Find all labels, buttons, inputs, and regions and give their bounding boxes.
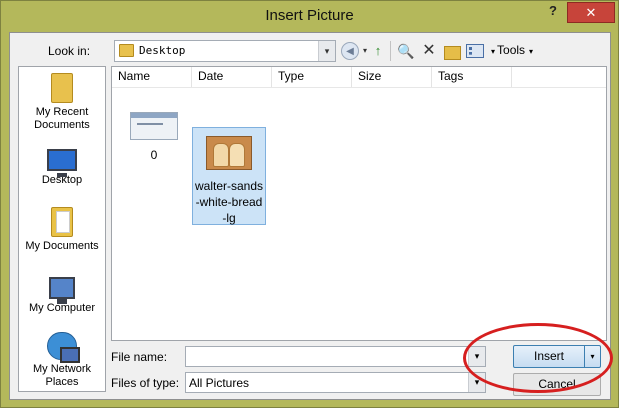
file-name-input[interactable]: ▾ — [185, 346, 486, 367]
file-item-selected[interactable]: walter-sands -white-bread -lg — [192, 127, 266, 225]
tools-chevron-icon: ▾ — [491, 47, 496, 56]
column-header-size[interactable]: Size — [352, 67, 432, 87]
column-header-tags[interactable]: Tags — [432, 67, 512, 87]
back-history-chevron-icon[interactable]: ▾ — [361, 42, 369, 60]
file-list[interactable]: Name Date Type Size Tags 0 walter-sands … — [111, 66, 607, 341]
column-header-name[interactable]: Name — [112, 67, 192, 87]
my-computer-icon — [49, 277, 75, 304]
tools-label: Tools — [497, 43, 526, 57]
place-label: My Recent Documents — [34, 106, 90, 131]
screenshot-thumbnail-icon — [130, 112, 178, 140]
places-bar: My Recent Documents Desktop My Documents… — [18, 66, 106, 392]
my-documents-icon — [51, 207, 73, 237]
new-folder-icon[interactable] — [443, 42, 461, 60]
file-name-line: walter-sands — [194, 179, 264, 193]
place-my-documents[interactable]: My Documents — [19, 207, 105, 253]
place-desktop[interactable]: Desktop — [19, 149, 105, 187]
files-of-type-value: All Pictures — [189, 376, 250, 390]
chevron-down-icon[interactable]: ▾ — [318, 41, 335, 61]
place-my-network-places[interactable]: My Network Places — [19, 332, 105, 389]
file-name: walter-sands -white-bread -lg — [193, 178, 265, 226]
title-bar[interactable]: Insert Picture ? ✕ — [1, 1, 618, 31]
tools-dropdown-icon: ▾ — [529, 47, 534, 56]
column-header-type[interactable]: Type — [272, 67, 352, 87]
file-name-label: File name: — [111, 350, 168, 364]
tools-button[interactable]: ▾ Tools ▾ — [491, 43, 533, 57]
dialog-title: Insert Picture — [265, 7, 354, 24]
place-label: My Documents — [25, 240, 99, 252]
file-name-line: -white-bread — [195, 195, 263, 209]
column-header-date[interactable]: Date — [192, 67, 272, 87]
place-label: My Network Places — [32, 363, 92, 388]
place-my-recent-documents[interactable]: My Recent Documents — [19, 73, 105, 132]
header-divider — [112, 87, 606, 88]
search-web-icon[interactable]: 🔍 — [397, 42, 415, 60]
files-of-type-label: Files of type: — [111, 376, 180, 390]
delete-icon[interactable]: ✕ — [420, 42, 438, 60]
look-in-value: Desktop — [139, 44, 186, 57]
place-my-computer[interactable]: My Computer — [19, 277, 105, 315]
insert-options-chevron-icon[interactable]: ▾ — [584, 346, 600, 367]
desktop-icon — [47, 149, 77, 177]
folder-icon — [119, 44, 134, 57]
look-in-label: Look in: — [48, 44, 91, 58]
toolbar-separator — [390, 41, 391, 61]
recent-documents-icon — [51, 73, 73, 103]
dialog-body: Look in: Desktop ▾ ◀ ▾ ↑ 🔍 ✕ ▾ Tools ▾ My … — [9, 32, 611, 400]
file-name: 0 — [150, 148, 158, 162]
chevron-down-icon[interactable]: ▾ — [468, 373, 485, 392]
back-icon[interactable]: ◀ — [341, 42, 359, 60]
up-one-level-icon[interactable]: ↑ — [369, 42, 387, 60]
file-name-line: -lg — [222, 211, 236, 225]
bread-image-thumbnail-icon — [206, 136, 252, 170]
insert-button[interactable]: Insert ▾ — [513, 345, 601, 368]
close-button[interactable]: ✕ — [567, 2, 615, 23]
network-places-icon — [47, 332, 80, 363]
views-icon[interactable] — [466, 44, 484, 58]
insert-picture-dialog: Insert Picture ? ✕ Look in: Desktop ▾ ◀ … — [0, 0, 619, 408]
look-in-dropdown[interactable]: Desktop ▾ — [114, 40, 336, 62]
chevron-down-icon[interactable]: ▾ — [468, 347, 485, 366]
insert-label[interactable]: Insert — [514, 346, 584, 367]
files-of-type-select[interactable]: All Pictures ▾ — [185, 372, 486, 393]
file-item[interactable]: 0 — [124, 112, 184, 162]
help-button[interactable]: ? — [543, 3, 563, 23]
cancel-button[interactable]: Cancel — [513, 373, 601, 396]
